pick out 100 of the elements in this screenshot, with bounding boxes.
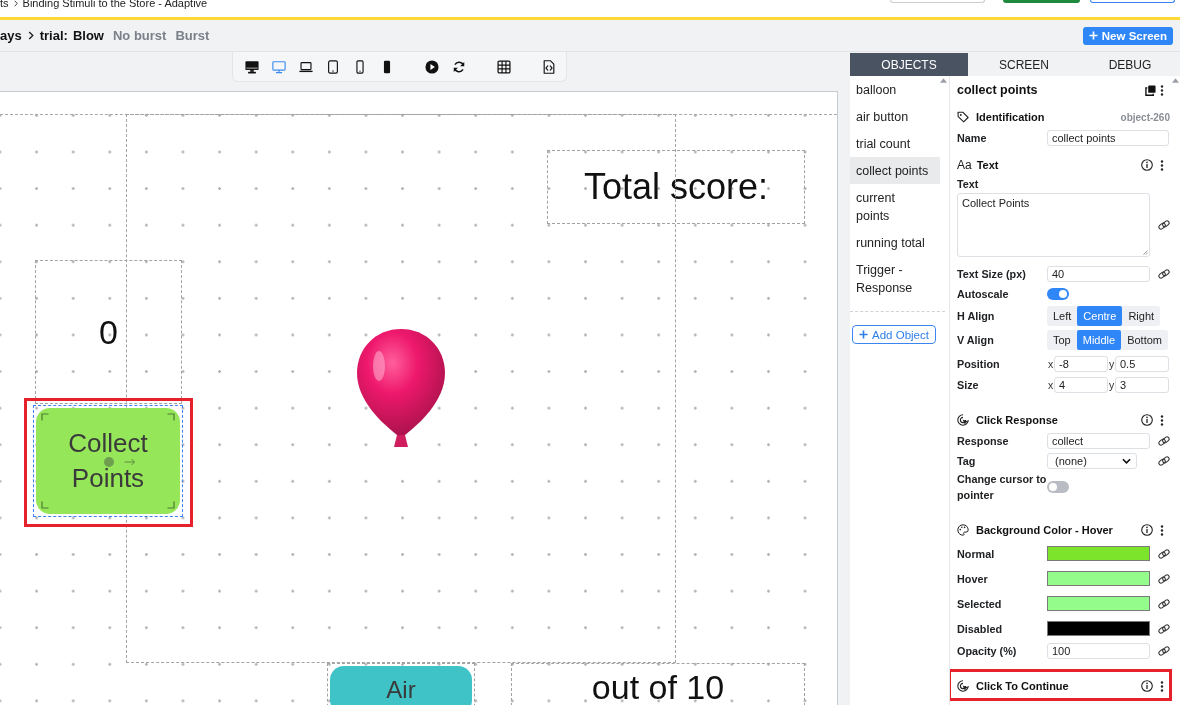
field-label: Response <box>957 434 1010 449</box>
play-icon[interactable] <box>424 59 439 74</box>
segment-option[interactable]: Bottom <box>1121 330 1168 350</box>
corner-handle-icon[interactable] <box>41 501 49 509</box>
segment-option[interactable]: Centre <box>1077 306 1123 326</box>
toggle-switch[interactable] <box>1047 288 1069 300</box>
link-icon[interactable] <box>1158 572 1170 585</box>
object-list-item[interactable]: air button <box>850 103 940 130</box>
breadcrumb-link[interactable]: ts <box>0 0 9 9</box>
link-icon[interactable] <box>1158 454 1170 467</box>
object-frame[interactable]: out of 10 <box>511 663 805 705</box>
color-swatch[interactable] <box>1047 546 1150 561</box>
tablet-icon[interactable] <box>325 59 340 74</box>
dropdown[interactable]: (none) <box>1047 452 1137 469</box>
segment-option[interactable]: Left <box>1047 306 1078 326</box>
object-list-item[interactable]: balloon <box>850 76 940 103</box>
input-field[interactable]: 4 <box>1054 376 1108 393</box>
link-icon[interactable] <box>1158 268 1170 280</box>
copy-icon[interactable] <box>1145 84 1156 96</box>
section-title: Click Response <box>976 414 1058 426</box>
laptop-icon[interactable] <box>298 59 313 74</box>
more-icon[interactable] <box>1160 84 1164 96</box>
refresh-icon[interactable] <box>451 59 466 74</box>
more-icon[interactable] <box>1160 680 1164 692</box>
text-area[interactable]: Collect Points <box>957 193 1150 257</box>
caret-icon <box>1122 457 1131 464</box>
field-label: Change cursor to pointer <box>957 472 1047 503</box>
info-icon[interactable] <box>1141 680 1153 692</box>
more-icon[interactable] <box>1160 524 1164 536</box>
toggle-switch[interactable] <box>1047 481 1069 493</box>
corner-handle-icon[interactable] <box>167 501 175 509</box>
input-field[interactable]: 100 <box>1047 643 1150 659</box>
object-frame[interactable]: Total score: <box>547 150 805 224</box>
axis-label: y <box>1109 357 1115 370</box>
info-icon[interactable] <box>1141 159 1153 171</box>
object-list-item[interactable]: trial count <box>850 130 940 157</box>
move-handle-icon[interactable] <box>104 457 114 467</box>
object-list-item[interactable]: Trigger - Response <box>850 256 940 301</box>
object-id: object-260 <box>1120 111 1170 123</box>
breadcrumb-link[interactable]: Binding Stimuli to the Store - Adaptive <box>22 0 208 9</box>
trial-tab[interactable]: Burst <box>175 28 210 43</box>
axis-label: y <box>1109 378 1115 391</box>
field-label: Position <box>957 356 1001 372</box>
desktop-icon[interactable] <box>244 59 259 74</box>
corner-handle-icon[interactable] <box>167 413 175 421</box>
segment-option[interactable]: Middle <box>1076 330 1122 350</box>
field-label: V Align <box>957 333 995 348</box>
link-icon[interactable] <box>1158 547 1170 560</box>
field-label: Name <box>957 131 988 146</box>
tag-icon <box>957 111 969 123</box>
info-icon[interactable] <box>1141 414 1153 426</box>
object-title: collect points <box>957 83 1039 97</box>
section-title: Click To Continue <box>976 680 1069 692</box>
segment-option[interactable]: Right <box>1122 306 1161 326</box>
field-label: Text <box>957 177 980 192</box>
object-list-item[interactable]: collect points <box>850 157 940 184</box>
grid-icon[interactable] <box>496 59 511 74</box>
monitor-icon[interactable] <box>271 59 286 74</box>
more-icon[interactable] <box>1160 414 1164 426</box>
resize-handle-icon[interactable] <box>1142 249 1148 255</box>
object-list-item[interactable]: current points <box>850 184 940 229</box>
info-icon[interactable] <box>1141 524 1153 536</box>
input-field[interactable]: -8 <box>1054 355 1108 372</box>
header-button[interactable] <box>1090 0 1175 3</box>
color-swatch[interactable] <box>1047 571 1150 586</box>
trial-label: trial: <box>39 28 68 43</box>
segment-option[interactable]: Top <box>1047 330 1077 350</box>
new-screen-button[interactable]: New Screen <box>1082 26 1173 45</box>
object-frame[interactable]: 0 <box>35 260 182 404</box>
chevron-icon <box>27 31 34 40</box>
input-field[interactable]: 0.5 <box>1115 355 1169 372</box>
panel-tab[interactable]: OBJECTS <box>850 53 968 76</box>
scroll-up-icon[interactable] <box>1172 78 1179 83</box>
link-icon[interactable] <box>1158 597 1170 610</box>
plus-icon <box>859 330 869 339</box>
color-swatch[interactable] <box>1047 596 1150 611</box>
axis-label: x <box>1048 378 1054 391</box>
corner-handle-icon[interactable] <box>41 413 49 421</box>
input-field[interactable]: collect <box>1047 433 1150 449</box>
palette-icon <box>957 524 969 536</box>
link-icon[interactable] <box>1158 622 1170 635</box>
canvas-text: Total score: <box>583 169 769 205</box>
input-field[interactable]: 40 <box>1047 266 1150 282</box>
trial-tab[interactable]: Blow <box>72 28 104 43</box>
color-swatch[interactable] <box>1047 621 1150 636</box>
more-icon[interactable] <box>1160 159 1164 171</box>
breadcrumb-link[interactable]: ays <box>0 28 22 43</box>
scroll-up-icon[interactable] <box>940 78 947 83</box>
add-object-button[interactable]: Add Object <box>852 325 936 344</box>
input-field[interactable]: 3 <box>1115 376 1169 393</box>
input-field[interactable]: collect points <box>1047 130 1169 146</box>
canvas-text: out of 10 <box>591 670 725 704</box>
trial-tab[interactable]: No burst <box>112 28 167 43</box>
link-icon[interactable] <box>1158 645 1170 657</box>
link-icon[interactable] <box>1158 435 1170 447</box>
field-label: Normal <box>957 546 996 562</box>
code-file-icon[interactable] <box>541 59 556 74</box>
object-list-item[interactable]: running total <box>850 229 940 256</box>
field-label: Autoscale <box>957 287 1010 302</box>
link-icon[interactable] <box>1158 219 1170 231</box>
